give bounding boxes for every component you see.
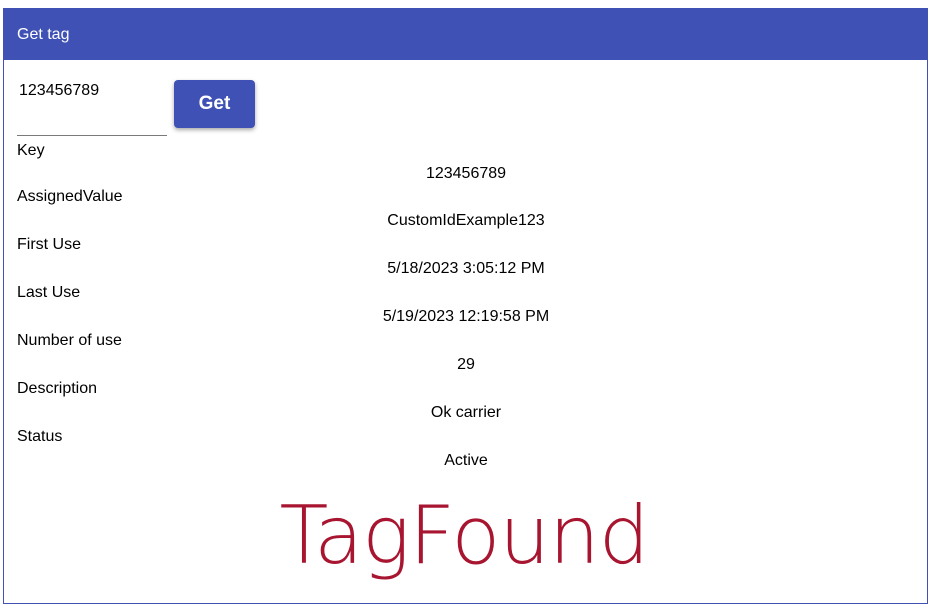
- assigned-value-value: CustomIdExample123: [387, 212, 545, 229]
- tag-found-result: TagFound: [279, 489, 650, 582]
- title-bar: Get tag: [4, 8, 927, 60]
- key-value: 123456789: [425, 165, 507, 182]
- get-button[interactable]: Get: [174, 80, 255, 128]
- key-input[interactable]: [19, 82, 164, 100]
- key-field[interactable]: [17, 78, 167, 136]
- last-use-label: Last Use: [17, 284, 81, 301]
- window-title: Get tag: [17, 26, 70, 43]
- first-use-label: First Use: [17, 236, 81, 253]
- get-tag-window: Get tag Get Key AssignedValue First Use …: [3, 8, 928, 604]
- key-label: Key: [17, 142, 45, 159]
- last-use-value: 5/19/2023 12:19:58 PM: [382, 308, 550, 325]
- status-value: Active: [444, 452, 488, 469]
- description-label: Description: [17, 380, 98, 397]
- assigned-value-label: AssignedValue: [17, 188, 123, 205]
- status-label: Status: [17, 428, 63, 445]
- first-use-value: 5/18/2023 3:05:12 PM: [387, 260, 545, 277]
- description-value: Ok carrier: [430, 404, 502, 421]
- number-of-use-label: Number of use: [17, 332, 122, 349]
- number-of-use-value: 29: [457, 356, 475, 373]
